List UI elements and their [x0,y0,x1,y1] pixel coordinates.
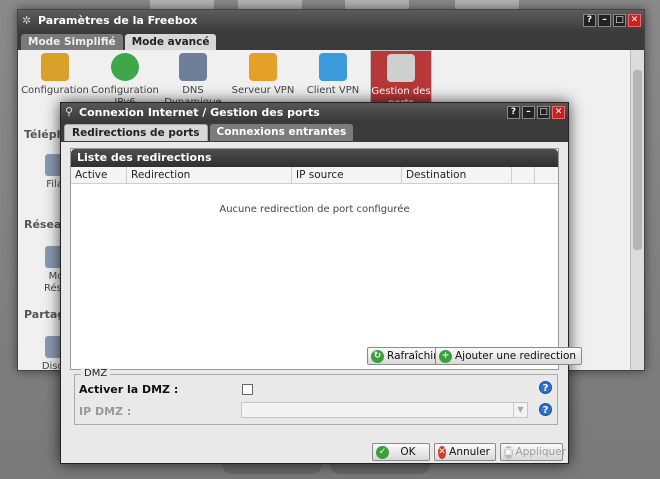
vpn-client-icon [319,53,347,81]
settings-titlebar: ✲ Paramètres de la Freebox ? – □ ✕ [18,10,644,32]
section-heading-sharing: Partag [24,308,66,321]
empty-message: Aucune redirection de port configurée [219,204,410,215]
app-vpn-server[interactable]: Serveur VPN [228,53,298,97]
tab-port-redirections[interactable]: Redirections de ports [64,124,208,141]
vpn-server-icon [249,53,277,81]
app-dynamic-dns[interactable]: DNS Dynamique [158,53,228,109]
port-management-dialog: ⚲ Connexion Internet / Gestion des ports… [60,102,583,464]
close-icon[interactable]: ✕ [628,14,641,27]
network-icon [179,53,207,81]
dmz-enable-checkbox[interactable] [242,384,253,395]
column-header-destination[interactable]: Destination [402,167,512,183]
help-icon[interactable]: ? [539,381,552,394]
dmz-fieldset: DMZ Activer la DMZ : IP DMZ : ▼ ? ? [74,368,558,425]
dialog-titlebar: ⚲ Connexion Internet / Gestion des ports… [61,103,568,122]
tab-simple-mode[interactable]: Mode Simplifié [21,34,123,50]
redirections-panel: Liste des redirections Active Redirectio… [70,148,559,370]
dialog-tabs: Redirections de ports Connexions entrant… [61,122,568,142]
plug-icon [387,54,415,82]
app-configuration[interactable]: Configuration [20,53,90,97]
scrollbar-thumb[interactable] [633,70,642,250]
help-icon[interactable]: ? [583,14,596,27]
maximize-icon[interactable]: □ [613,14,626,27]
close-icon[interactable]: ✕ [552,106,565,119]
check-icon: ✓ [376,445,389,459]
cancel-icon: ✕ [438,445,447,459]
table-header: Active Redirection IP source Destination [71,167,558,184]
apply-button[interactable]: ▣ Appliquer [500,443,566,461]
gear-icon [41,53,69,81]
dmz-ip-select[interactable]: ▼ [241,402,528,418]
dmz-ip-label: IP DMZ : [79,405,132,418]
column-header-spacer [512,167,535,183]
dialog-title: Connexion Internet / Gestion des ports [79,106,320,119]
ipv6-icon [111,53,139,81]
window-controls: ? – □ ✕ [583,14,641,27]
plug-icon: ⚲ [65,105,74,118]
cancel-button[interactable]: ✕ Annuler [434,443,496,461]
minimize-icon[interactable]: – [522,106,535,119]
section-heading-telephone: Téléph [24,128,65,141]
ok-button[interactable]: ✓ OK [372,443,430,461]
dialog-window-controls: ? – □ ✕ [507,106,565,119]
minimize-icon[interactable]: – [598,14,611,27]
column-header-active[interactable]: Active [71,167,127,183]
refresh-button[interactable]: ↻ Rafraîchir [367,347,444,365]
app-port-management[interactable]: Gestion des ports [370,50,432,110]
tools-icon: ✲ [22,14,32,27]
help-icon[interactable]: ? [539,403,552,416]
chevron-down-icon: ▼ [513,403,527,417]
settings-title: Paramètres de la Freebox [38,14,198,27]
save-icon: ▣ [504,445,513,459]
add-redirection-button[interactable]: + Ajouter une redirection [435,347,583,365]
dmz-enable-label: Activer la DMZ : [79,383,179,396]
column-header-spacer [535,167,558,183]
refresh-icon: ↻ [371,349,384,363]
app-vpn-client[interactable]: Client VPN [298,53,368,97]
help-icon[interactable]: ? [507,106,520,119]
column-header-redirection[interactable]: Redirection [127,167,292,183]
tab-advanced-mode[interactable]: Mode avancé [124,34,217,50]
maximize-icon[interactable]: □ [537,106,550,119]
panel-title: Liste des redirections [71,149,558,167]
settings-scrollbar[interactable] [630,50,644,370]
add-icon: + [439,349,452,363]
dmz-legend: DMZ [81,368,111,379]
app-ipv6[interactable]: Configuration IPv6 [90,53,160,109]
mode-tabs: Mode Simplifié Mode avancé [18,32,644,50]
tab-incoming-connections[interactable]: Connexions entrantes [209,124,354,141]
column-header-ip-source[interactable]: IP source [292,167,402,183]
